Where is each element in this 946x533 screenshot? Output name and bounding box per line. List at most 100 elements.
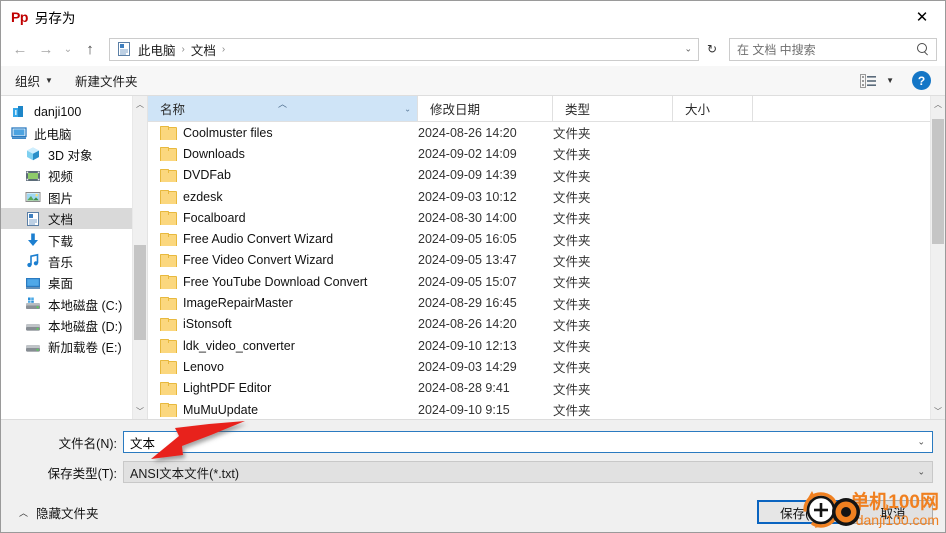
sidebar-item-label: 本地磁盘 (D:) bbox=[48, 320, 123, 335]
documents-icon bbox=[25, 211, 41, 227]
column-header-name[interactable]: ︿ 名称 ⌄ bbox=[148, 96, 418, 121]
help-button[interactable]: ? bbox=[912, 71, 931, 90]
table-row[interactable]: ezdesk 2024-09-03 10:12 文件夹 bbox=[148, 186, 930, 207]
sidebar-scrollbar[interactable]: ︿ ﹀ bbox=[132, 96, 147, 419]
file-type-cell: 文件夹 bbox=[553, 191, 591, 206]
back-icon[interactable]: ← bbox=[7, 36, 33, 62]
sidebar-item-6[interactable]: 下载 bbox=[1, 229, 132, 250]
view-layout-icon bbox=[860, 73, 877, 88]
file-name-label: ldk_video_converter bbox=[183, 338, 295, 353]
filename-input[interactable]: 文本 ⌄ bbox=[123, 431, 933, 453]
chevron-down-icon[interactable]: ⌄ bbox=[684, 44, 692, 55]
table-row[interactable]: Downloads 2024-09-02 14:09 文件夹 bbox=[148, 143, 930, 164]
search-input[interactable]: 在 文档 中搜索 bbox=[737, 41, 917, 58]
organize-button[interactable]: 组织 ▼ bbox=[15, 71, 53, 90]
new-folder-button[interactable]: 新建文件夹 bbox=[75, 71, 138, 90]
chevron-down-icon[interactable]: ⌄ bbox=[917, 437, 925, 448]
file-name-cell: iStonsoft bbox=[148, 317, 418, 332]
recent-locations-icon[interactable]: ⌄ bbox=[59, 36, 77, 62]
file-date-cell: 2024-09-05 13:47 bbox=[418, 253, 517, 268]
scroll-down-icon[interactable]: ﹀ bbox=[931, 403, 945, 419]
up-icon[interactable]: ↑ bbox=[77, 36, 103, 62]
3d-objects-icon bbox=[25, 146, 41, 162]
sidebar-item-11[interactable]: 新加载卷 (E:) bbox=[1, 336, 132, 357]
table-row[interactable]: Coolmuster files 2024-08-26 14:20 文件夹 bbox=[148, 122, 930, 143]
save-button[interactable]: 保存(S) bbox=[757, 500, 845, 524]
breadcrumb-segment-1[interactable]: 文档 bbox=[189, 40, 218, 59]
forward-icon[interactable]: → bbox=[33, 36, 59, 62]
chevron-down-icon[interactable]: ▼ bbox=[886, 76, 894, 85]
breadcrumb-segment-0[interactable]: 此电脑 bbox=[136, 40, 178, 59]
column-header-size[interactable]: 大小 bbox=[673, 96, 753, 121]
breadcrumb-separator[interactable]: › bbox=[218, 44, 229, 55]
file-name-cell: Downloads bbox=[148, 147, 418, 161]
table-row[interactable]: Free YouTube Download Convert 2024-09-05 … bbox=[148, 271, 930, 292]
view-options[interactable]: ▼ bbox=[860, 73, 894, 88]
sidebar-item-2[interactable]: 3D 对象 bbox=[1, 144, 132, 165]
sidebar-item-5[interactable]: 文档 bbox=[1, 207, 132, 230]
table-row[interactable]: MuMuUpdate 2024-09-10 9:15 文件夹 bbox=[148, 399, 930, 419]
file-scroll-track[interactable] bbox=[931, 112, 945, 403]
file-list-header: ︿ 名称 ⌄ 修改日期 类型 大小 bbox=[148, 96, 930, 122]
sidebar-item-10[interactable]: 本地磁盘 (D:) bbox=[1, 315, 132, 336]
column-header-date[interactable]: 修改日期 bbox=[418, 96, 553, 121]
sidebar-item-7[interactable]: 音乐 bbox=[1, 251, 132, 272]
file-scroll-thumb[interactable] bbox=[932, 119, 944, 244]
save-form: 文件名(N): 文本 ⌄ 保存类型(T): ANSI文本文件(*.txt) ⌄ bbox=[1, 420, 945, 492]
column-header-type-label: 类型 bbox=[565, 103, 591, 117]
file-list-scrollbar[interactable]: ︿ ﹀ bbox=[930, 96, 945, 419]
column-header-type[interactable]: 类型 bbox=[553, 96, 673, 121]
sidebar-scroll-thumb[interactable] bbox=[134, 245, 146, 340]
sidebar-item-3[interactable]: 视频 bbox=[1, 165, 132, 186]
sidebar-item-label: 本地磁盘 (C:) bbox=[48, 298, 123, 313]
table-row[interactable]: Focalboard 2024-08-30 14:00 文件夹 bbox=[148, 207, 930, 228]
file-name-label: Focalboard bbox=[183, 210, 246, 225]
table-row[interactable]: LightPDF Editor 2024-08-28 9:41 文件夹 bbox=[148, 378, 930, 399]
file-date-cell: 2024-09-10 12:13 bbox=[418, 338, 517, 353]
file-type-cell: 文件夹 bbox=[553, 404, 591, 418]
chevron-up-icon: ︿ bbox=[19, 507, 29, 518]
savetype-select[interactable]: ANSI文本文件(*.txt) ⌄ bbox=[123, 461, 933, 483]
sidebar-item-0[interactable]: danji100 bbox=[1, 101, 132, 122]
sidebar-scroll-track[interactable] bbox=[133, 112, 147, 403]
scroll-down-icon[interactable]: ﹀ bbox=[133, 403, 147, 419]
file-name-label: MuMuUpdate bbox=[183, 402, 259, 417]
table-row[interactable]: Free Audio Convert Wizard 2024-09-05 16:0… bbox=[148, 228, 930, 249]
scroll-up-icon[interactable]: ︿ bbox=[133, 96, 147, 112]
sidebar-item-9[interactable]: 本地磁盘 (C:) bbox=[1, 294, 132, 315]
scroll-up-icon[interactable]: ︿ bbox=[931, 96, 945, 112]
sidebar-item-8[interactable]: 桌面 bbox=[1, 272, 132, 293]
chevron-down-icon[interactable]: ⌄ bbox=[917, 467, 925, 478]
file-type-cell: 文件夹 bbox=[553, 340, 591, 355]
sidebar-item-label: 视频 bbox=[48, 170, 74, 185]
organize-label: 组织 bbox=[15, 75, 41, 89]
folder-icon bbox=[160, 296, 177, 311]
chevron-down-icon[interactable]: ⌄ bbox=[404, 104, 411, 113]
table-row[interactable]: ldk_video_converter 2024-09-10 12:13 文件夹 bbox=[148, 335, 930, 356]
table-row[interactable]: Lenovo 2024-09-03 14:29 文件夹 bbox=[148, 356, 930, 377]
cancel-button[interactable]: 取消 bbox=[853, 500, 933, 524]
search-box[interactable]: 在 文档 中搜索 bbox=[729, 37, 937, 61]
breadcrumb-separator[interactable]: › bbox=[178, 44, 189, 55]
file-name-label: DVDFab bbox=[183, 168, 231, 183]
table-row[interactable]: ImageRepairMaster 2024-08-29 16:45 文件夹 bbox=[148, 292, 930, 313]
sidebar-item-4[interactable]: 图片 bbox=[1, 187, 132, 208]
breadcrumb[interactable]: 此电脑 › 文档 › ⌄ bbox=[109, 37, 699, 61]
table-row[interactable]: DVDFab 2024-09-09 14:39 文件夹 bbox=[148, 165, 930, 186]
file-type-cell: 文件夹 bbox=[553, 127, 591, 142]
file-type-cell: 文件夹 bbox=[553, 361, 591, 376]
file-type-cell: 文件夹 bbox=[553, 148, 591, 163]
videos-icon bbox=[25, 168, 41, 184]
file-name-cell: MuMuUpdate bbox=[148, 403, 418, 417]
table-row[interactable]: Free Video Convert Wizard 2024-09-05 13:4… bbox=[148, 250, 930, 271]
filename-row: 文件名(N): 文本 ⌄ bbox=[1, 431, 945, 453]
hide-folders-toggle[interactable]: ︿ 隐藏文件夹 bbox=[13, 503, 99, 522]
sidebar-item-1[interactable]: 此电脑 bbox=[1, 122, 132, 143]
dialog-footer: ︿ 隐藏文件夹 保存(S) 取消 bbox=[1, 492, 945, 532]
close-icon[interactable]: ✕ bbox=[899, 1, 945, 32]
file-list-pane: ︿ 名称 ⌄ 修改日期 类型 大小 Coolmuster files 2024-0… bbox=[147, 96, 930, 419]
refresh-icon[interactable]: ↻ bbox=[701, 38, 723, 61]
table-row[interactable]: iStonsoft 2024-08-26 14:20 文件夹 bbox=[148, 314, 930, 335]
file-name-cell: LightPDF Editor bbox=[148, 381, 418, 396]
column-header-name-label: 名称 bbox=[160, 103, 186, 117]
